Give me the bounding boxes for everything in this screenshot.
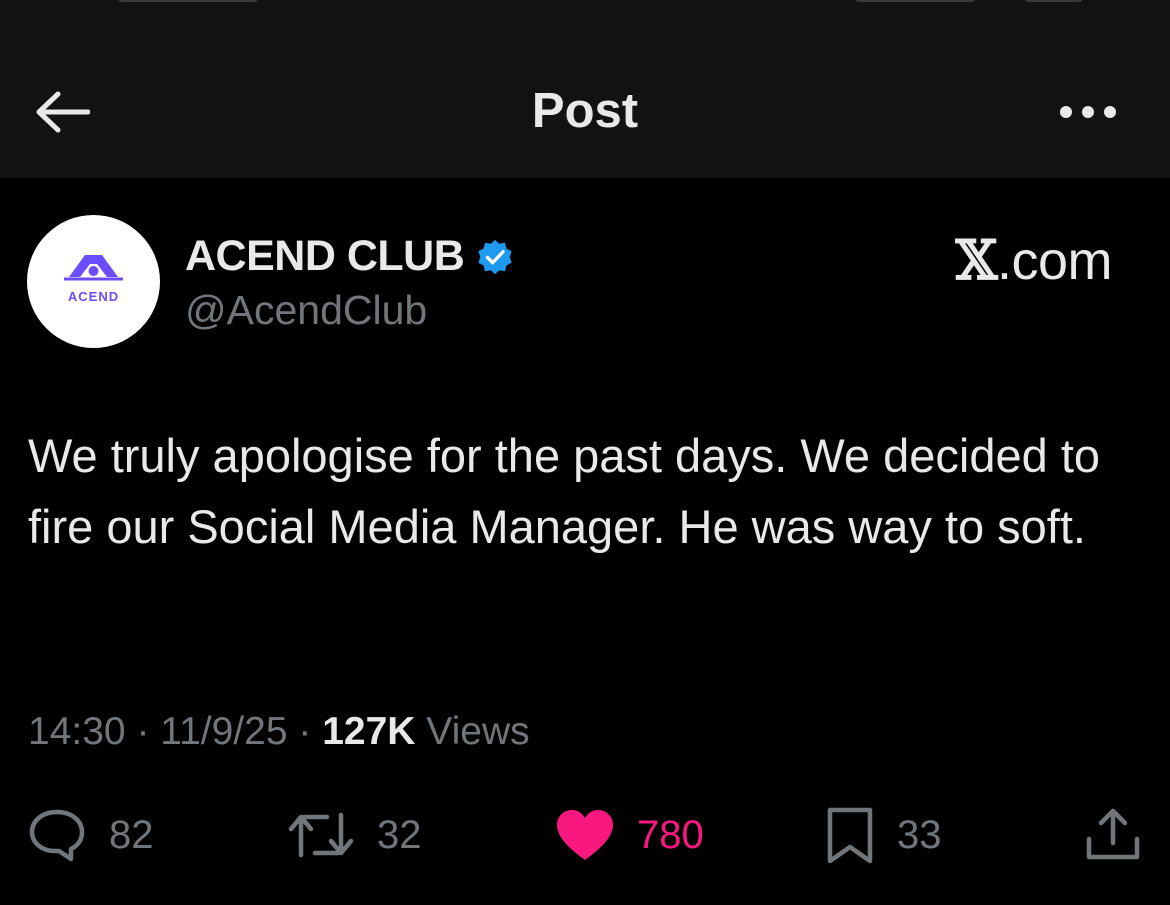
status-bar-fragment — [1025, 0, 1083, 2]
post-time: 14:30 — [28, 710, 126, 753]
status-bar-fragment — [118, 0, 258, 2]
reply-count: 82 — [109, 812, 154, 857]
source-label: 𝕏.com — [955, 228, 1113, 292]
share-button[interactable] — [1083, 800, 1143, 870]
bookmark-count: 33 — [897, 812, 942, 857]
reply-button[interactable]: 82 — [27, 800, 154, 870]
meta-separator: · — [298, 710, 312, 753]
post-meta: 14:30 · 11/9/25 · 127K Views — [28, 710, 530, 754]
repost-icon — [288, 812, 354, 858]
views-label: Views — [426, 710, 530, 753]
more-dots-icon — [1060, 106, 1116, 118]
author-name[interactable]: ACEND CLUB — [185, 232, 465, 281]
author-handle[interactable]: @AcendClub — [185, 287, 427, 334]
share-icon — [1086, 808, 1140, 860]
source-label-domain: .com — [996, 231, 1113, 291]
bookmark-button[interactable]: 33 — [825, 800, 942, 870]
reply-icon — [29, 809, 85, 862]
views-count[interactable]: 127K — [322, 710, 415, 753]
author-name-row[interactable]: ACEND CLUB — [185, 232, 514, 281]
repost-button[interactable]: 32 — [287, 800, 422, 870]
verified-badge-icon[interactable] — [476, 238, 514, 276]
post-screen: Post ACEND ACEND CLUB @AcendClub 𝕏.com W… — [0, 0, 1170, 905]
acend-logo: ACEND — [64, 255, 123, 304]
post-text: We truly apologise for the past days. We… — [28, 429, 1101, 553]
status-bar-fragment — [855, 0, 975, 2]
svg-text:ACEND: ACEND — [68, 289, 119, 304]
like-button[interactable]: 780 — [555, 800, 704, 870]
top-bar: Post — [0, 0, 1170, 178]
meta-separator: · — [136, 710, 150, 753]
heart-filled-icon — [557, 810, 613, 860]
more-options-button[interactable] — [1056, 92, 1120, 132]
bookmark-icon — [827, 807, 873, 864]
post-date: 11/9/25 — [160, 710, 288, 753]
like-count: 780 — [637, 812, 704, 857]
x-logo-icon: 𝕏 — [955, 228, 998, 292]
repost-count: 32 — [377, 812, 422, 857]
page-title: Post — [531, 84, 639, 138]
avatar[interactable]: ACEND — [27, 215, 160, 348]
action-bar: 82 32 780 33 — [0, 800, 1170, 870]
